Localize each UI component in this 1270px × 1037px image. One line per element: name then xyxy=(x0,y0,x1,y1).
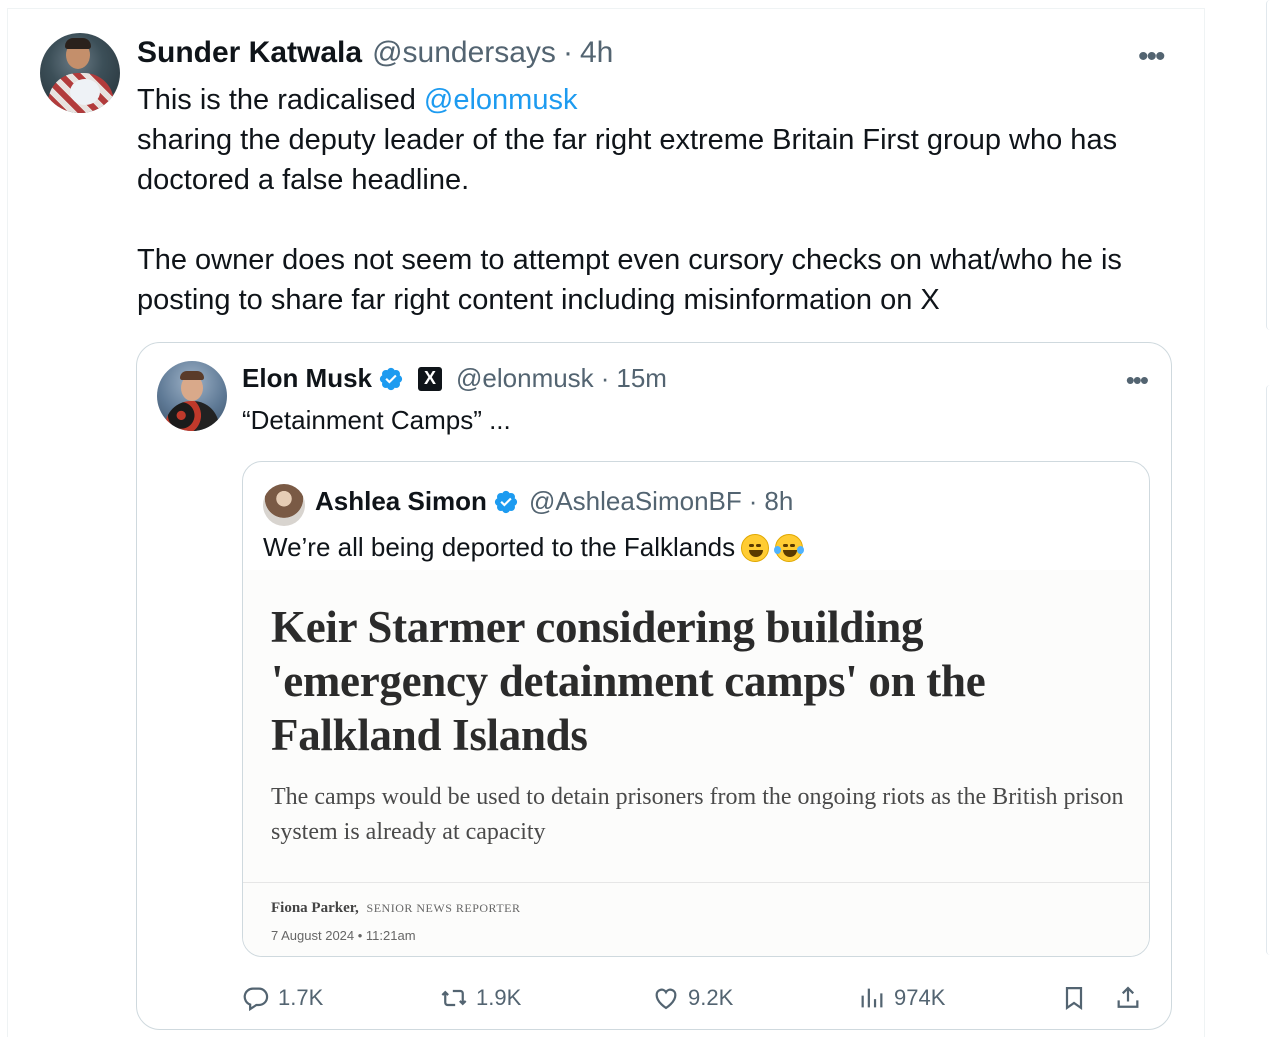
reply-button[interactable]: 1.7K xyxy=(242,981,323,1015)
analytics-icon xyxy=(861,988,883,1008)
bookmark-icon xyxy=(1065,986,1083,1011)
more-options-icon[interactable]: ••• xyxy=(1138,40,1165,74)
verified-badge-icon xyxy=(379,367,403,390)
grinning-sweat-emoji-icon xyxy=(741,533,770,562)
mention-link[interactable]: @elonmusk xyxy=(424,84,578,116)
article-standfirst: The camps would be used to detain prison… xyxy=(271,784,1124,845)
tweet-time[interactable]: 8h xyxy=(764,486,793,517)
author-name[interactable]: Sunder Katwala xyxy=(137,36,362,70)
share-button[interactable] xyxy=(1114,981,1150,1015)
more-options-icon[interactable]: ••• xyxy=(1126,365,1149,396)
like-count: 9.2K xyxy=(688,985,734,1010)
reply-icon xyxy=(243,987,269,1012)
article-date: 7 August 2024 • 11:21am xyxy=(271,928,416,943)
separator: · xyxy=(748,486,758,516)
nested-quoted-tweet[interactable]: Ashlea Simon @AshleaSimonBF · 8h We’re a… xyxy=(242,461,1150,957)
avatar[interactable] xyxy=(263,484,305,526)
author-handle[interactable]: @elonmusk xyxy=(456,363,594,394)
reply-count: 1.7K xyxy=(278,985,324,1010)
author-handle[interactable]: @sundersays xyxy=(372,36,556,70)
avatar[interactable] xyxy=(157,361,227,431)
tweet-time[interactable]: 4h xyxy=(580,36,613,70)
like-button[interactable]: 9.2K xyxy=(652,981,733,1015)
article-byline: Fiona Parker, SENIOR NEWS REPORTER xyxy=(271,900,520,917)
nested-text: We’re all being deported to the Falkland… xyxy=(263,532,736,562)
article-author: Fiona Parker, xyxy=(271,900,359,916)
repost-button[interactable]: 1.9K xyxy=(440,981,521,1015)
author-name[interactable]: Ashlea Simon xyxy=(315,486,487,517)
quoted-tweet-header: Elon Musk X @elonmusk · 15m xyxy=(242,363,667,394)
bookmark-button[interactable] xyxy=(1060,981,1096,1015)
separator: · xyxy=(600,363,610,393)
heart-icon xyxy=(655,988,677,1010)
separator: · xyxy=(562,36,573,69)
nested-quoted-tweet-header: Ashlea Simon @AshleaSimonBF · 8h xyxy=(315,486,793,517)
tweet-text-prefix: This is the radicalised xyxy=(137,84,424,116)
repost-icon xyxy=(441,989,467,1007)
tweet-actions-bar: 1.7K 1.9K 9.2K 974K xyxy=(242,981,1152,1015)
tweet-text-para2: The owner does not seem to attempt even … xyxy=(137,244,1122,316)
verified-badge-icon xyxy=(494,490,518,513)
author-handle[interactable]: @AshleaSimonBF xyxy=(529,486,742,517)
tweet-text: This is the radicalised @elonmusk sharin… xyxy=(137,80,1177,320)
tweet-text-line2: sharing the deputy leader of the far rig… xyxy=(137,124,1118,196)
article-headline: Keir Starmer considering building 'emerg… xyxy=(271,602,986,760)
views-count: 974K xyxy=(894,985,946,1010)
avatar[interactable] xyxy=(40,33,120,113)
nested-quoted-tweet-text: We’re all being deported to the Falkland… xyxy=(263,532,805,563)
article-screenshot-image[interactable]: Keir Starmer considering building 'emerg… xyxy=(243,570,1149,956)
share-icon xyxy=(1117,986,1139,1008)
divider xyxy=(243,882,1149,883)
tears-of-joy-emoji-icon xyxy=(774,533,805,562)
tweet-time[interactable]: 15m xyxy=(616,363,667,394)
right-rail-edge-lower xyxy=(1266,385,1270,955)
views-button[interactable]: 974K xyxy=(858,981,945,1015)
tweet-header: Sunder Katwala @sundersays · 4h xyxy=(137,36,613,72)
quoted-tweet-text: “Detainment Camps” ... xyxy=(242,405,511,435)
x-affiliate-icon: X xyxy=(418,366,443,391)
repost-count: 1.9K xyxy=(476,985,522,1010)
author-name[interactable]: Elon Musk xyxy=(242,363,372,394)
article-author-role: SENIOR NEWS REPORTER xyxy=(366,901,521,915)
quoted-tweet[interactable]: Elon Musk X @elonmusk · 15m ••• “Detainm… xyxy=(136,342,1172,1030)
right-rail-edge xyxy=(1266,0,1270,330)
